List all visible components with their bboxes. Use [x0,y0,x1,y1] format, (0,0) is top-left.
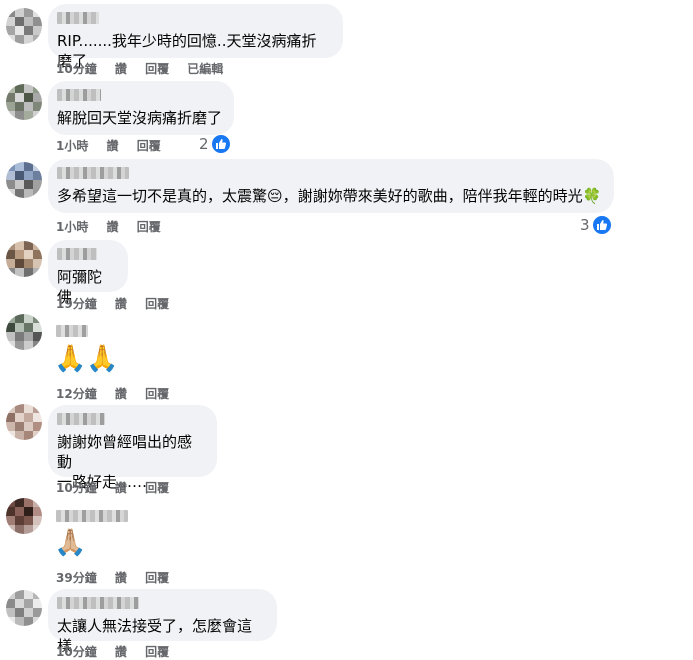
comment-text-part: 多希望這一切不是真的，太震驚 [57,187,268,205]
like-button[interactable]: 讚 [115,481,127,495]
like-button[interactable]: 讚 [115,62,127,76]
timestamp[interactable]: 10分鐘 [56,645,97,659]
timestamp[interactable]: 10分鐘 [56,62,97,76]
reaction-count: 3 [580,216,590,234]
like-button[interactable]: 讚 [115,297,127,311]
comment-actions: 1小時 讚 回覆 [56,137,175,154]
comment-text: 解脫回天堂沒病痛折磨了 [57,109,223,127]
reaction-count: 2 [199,135,209,153]
timestamp[interactable]: 39分鐘 [56,571,97,585]
author-name-redacted[interactable] [57,248,97,260]
reply-button[interactable]: 回覆 [145,645,169,659]
comment-actions: 39分鐘 讚 回覆 [56,569,183,586]
comment-bubble: RIP.......我年少時的回憶..天堂沒病痛折磨了 [48,4,343,70]
like-button[interactable]: 讚 [115,645,127,659]
comment-actions: 1小時 讚 回覆 [56,218,175,235]
comment-bubble: 太讓人無法接受了，怎麼會這樣 [48,589,277,655]
timestamp[interactable]: 19分鐘 [56,297,97,311]
comment-text-part: ，謝謝妳帶來美好的歌曲，陪伴我年輕的時光 [282,187,583,205]
avatar[interactable] [6,498,42,534]
thumbs-up-icon [591,215,612,235]
reply-button[interactable]: 回覆 [137,220,161,234]
comment-bubble: 阿彌陀佛 [48,240,128,306]
like-button[interactable]: 讚 [107,220,119,234]
author-name-redacted[interactable] [57,89,101,101]
reply-button[interactable]: 回覆 [145,571,169,585]
author-name-redacted[interactable] [57,167,129,179]
emoji-comment: 🙏🙏 [54,344,119,374]
avatar[interactable] [6,314,42,350]
timestamp[interactable]: 10分鐘 [56,481,97,495]
reply-button[interactable]: 回覆 [145,62,169,76]
author-name-redacted[interactable] [56,325,88,337]
reaction-summary[interactable]: 3 [580,215,612,235]
reply-button[interactable]: 回覆 [137,139,161,153]
avatar[interactable] [6,590,42,626]
edited-label[interactable]: 已編輯 [187,62,223,76]
timestamp[interactable]: 12分鐘 [56,387,97,401]
author-name-redacted[interactable] [56,510,128,522]
thumbs-up-icon [210,134,231,154]
comment-text: 多希望這一切不是真的，太震驚😔，謝謝妳帶來美好的歌曲，陪伴我年輕的時光🍀 [57,186,602,206]
comment-actions: 19分鐘 讚 回覆 [56,295,183,312]
avatar[interactable] [6,8,42,44]
comment-actions: 10分鐘 讚 回覆 已編輯 [56,60,237,77]
comment-bubble: 解脫回天堂沒病痛折磨了 [48,81,234,135]
emoji-comment: 🙏🏼 [54,528,87,558]
clover-emoji: 🍀 [582,187,602,205]
like-button[interactable]: 讚 [115,571,127,585]
author-name-redacted[interactable] [57,12,99,24]
comment-bubble: 多希望這一切不是真的，太震驚😔，謝謝妳帶來美好的歌曲，陪伴我年輕的時光🍀 [48,159,614,213]
reply-button[interactable]: 回覆 [145,297,169,311]
reply-button[interactable]: 回覆 [145,387,169,401]
comment-actions: 10分鐘 讚 回覆 [56,643,183,660]
avatar[interactable] [6,404,42,440]
avatar[interactable] [6,84,42,120]
avatar[interactable] [6,241,42,277]
author-name-redacted[interactable] [57,413,105,425]
reaction-summary[interactable]: 2 [199,134,231,154]
pensive-face-emoji: 😔 [267,187,283,205]
comment-bubble: 謝謝妳曾經唱出的感動 一路好走…… [48,405,217,491]
avatar[interactable] [6,162,42,198]
timestamp[interactable]: 1小時 [56,139,88,153]
timestamp[interactable]: 1小時 [56,220,88,234]
author-name-redacted[interactable] [57,597,139,609]
comment-actions: 12分鐘 讚 回覆 [56,385,183,402]
reply-button[interactable]: 回覆 [145,481,169,495]
like-button[interactable]: 讚 [107,139,119,153]
comment-actions: 10分鐘 讚 回覆 [56,479,183,496]
like-button[interactable]: 讚 [115,387,127,401]
